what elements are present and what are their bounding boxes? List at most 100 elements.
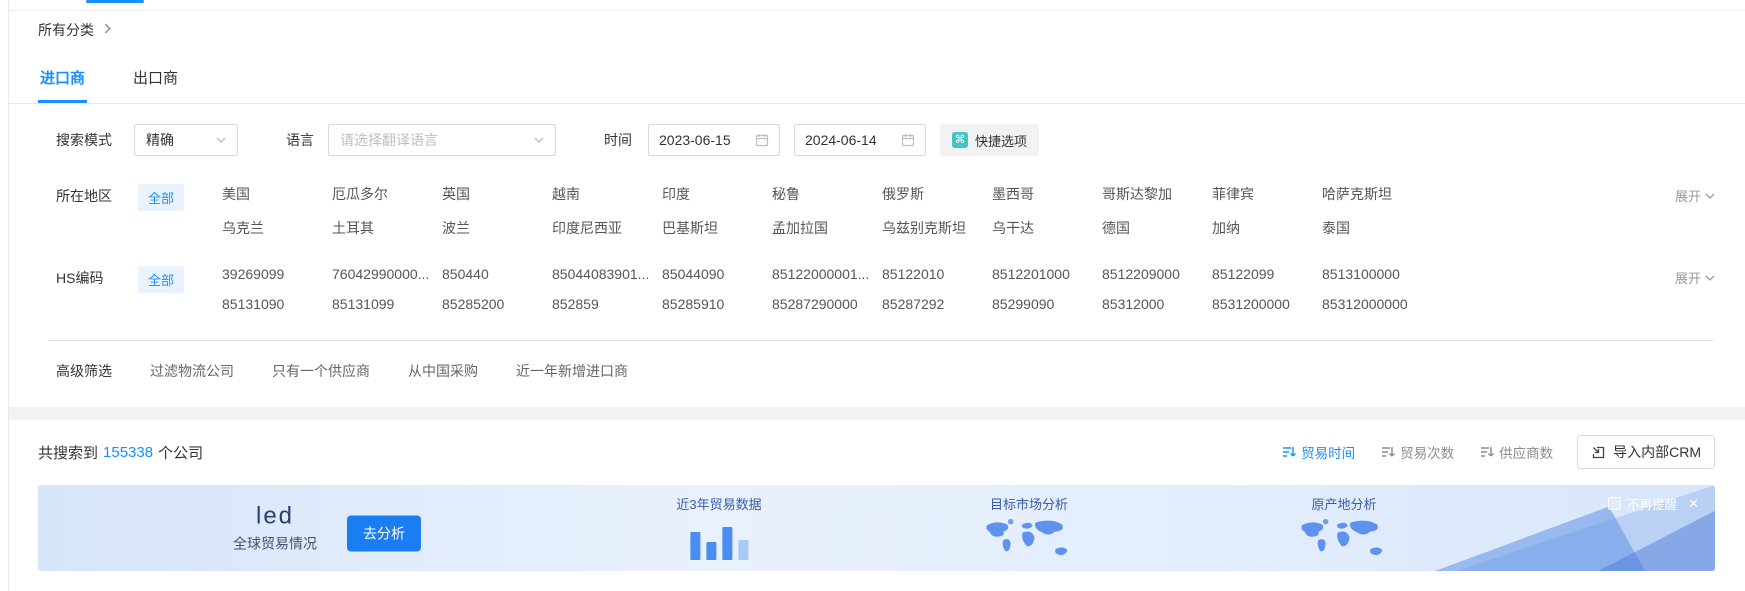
hs-code-all-tag[interactable]: 全部 xyxy=(138,266,184,293)
banner-card-trade-data[interactable]: 近3年贸易数据 xyxy=(676,494,761,560)
chevron-down-icon xyxy=(216,135,226,145)
hs-code-item[interactable]: 850440 xyxy=(442,266,552,282)
region-label: 所在地区 xyxy=(56,184,138,206)
hs-code-item[interactable]: 39269099 xyxy=(222,266,332,282)
banner-subtitle: 全球贸易情况 xyxy=(233,534,317,554)
banner-card-trade-title: 近3年贸易数据 xyxy=(676,494,761,513)
top-strip xyxy=(9,0,1745,10)
hs-code-item[interactable]: 85122000001... xyxy=(772,266,882,282)
tab-exporters[interactable]: 出口商 xyxy=(131,52,180,103)
hs-code-item[interactable]: 85285200 xyxy=(442,296,552,312)
advanced-filter-row: 高级筛选 过滤物流公司 只有一个供应商 从中国采购 近一年新增进口商 xyxy=(56,361,1745,381)
region-item[interactable]: 哥斯达黎加 xyxy=(1102,184,1212,204)
sort-descending-icon xyxy=(1282,445,1296,459)
region-item[interactable]: 菲律宾 xyxy=(1212,184,1322,204)
dismiss-control: 不再提醒 ✕ xyxy=(1608,494,1699,513)
region-item[interactable]: 哈萨克斯坦 xyxy=(1322,184,1432,204)
hs-code-expand-label: 展开 xyxy=(1675,268,1701,287)
filter-logistics-option[interactable]: 过滤物流公司 xyxy=(150,361,234,381)
hs-code-list: 39269099 76042990000... 850440 850440839… xyxy=(222,266,1675,312)
bar xyxy=(706,542,716,560)
results-header: 共搜索到 155338 个公司 贸易时间 贸易次数 供应商数 导入内部CRM xyxy=(9,420,1745,481)
region-item[interactable]: 泰国 xyxy=(1322,218,1432,238)
banner-card-origin[interactable]: 原产地分析 xyxy=(1296,494,1392,562)
hs-code-item[interactable]: 8531200000 xyxy=(1212,296,1322,312)
hs-code-item[interactable]: 76042990000... xyxy=(332,266,442,282)
tab-bar: 进口商 出口商 xyxy=(9,52,1745,104)
date-end-value[interactable] xyxy=(805,132,891,148)
banner-card-target-market[interactable]: 目标市场分析 xyxy=(981,494,1077,562)
search-mode-select[interactable]: 精确 xyxy=(134,124,238,156)
region-item[interactable]: 乌干达 xyxy=(992,218,1102,238)
hs-code-item[interactable]: 8512201000 xyxy=(992,266,1102,282)
dont-remind-checkbox[interactable] xyxy=(1608,497,1621,510)
date-start-input[interactable] xyxy=(648,124,780,156)
region-item[interactable]: 英国 xyxy=(442,184,552,204)
date-end-input[interactable] xyxy=(794,124,926,156)
region-all-tag[interactable]: 全部 xyxy=(138,184,184,211)
region-filter-row: 所在地区 全部 美国 厄瓜多尔 英国 越南 印度 秘鲁 俄罗斯 墨西哥 哥斯达黎… xyxy=(9,184,1745,238)
hs-code-item[interactable]: 85131099 xyxy=(332,296,442,312)
hs-code-item[interactable]: 85044083901... xyxy=(552,266,662,282)
hs-code-item[interactable]: 852859 xyxy=(552,296,662,312)
region-item[interactable]: 印度 xyxy=(662,184,772,204)
single-supplier-option[interactable]: 只有一个供应商 xyxy=(272,361,370,381)
hs-code-item[interactable]: 85287290000 xyxy=(772,296,882,312)
region-item[interactable]: 德国 xyxy=(1102,218,1212,238)
region-item[interactable]: 加纳 xyxy=(1212,218,1322,238)
sort-trade-count[interactable]: 贸易次数 xyxy=(1381,442,1454,462)
breadcrumb[interactable]: 所有分类 xyxy=(9,10,1745,48)
region-item[interactable]: 墨西哥 xyxy=(992,184,1102,204)
region-item[interactable]: 美国 xyxy=(222,184,332,204)
region-item[interactable]: 乌克兰 xyxy=(222,218,332,238)
tab-importers[interactable]: 进口商 xyxy=(38,52,87,103)
hs-code-item[interactable]: 8513100000 xyxy=(1322,266,1432,282)
hs-code-expand-link[interactable]: 展开 xyxy=(1675,266,1715,287)
hs-code-item[interactable]: 85299090 xyxy=(992,296,1102,312)
chevron-down-icon xyxy=(534,135,544,145)
command-icon: ⌘ xyxy=(952,132,968,148)
world-map-icon xyxy=(981,518,1077,562)
region-item[interactable]: 波兰 xyxy=(442,218,552,238)
region-item[interactable]: 孟加拉国 xyxy=(772,218,882,238)
world-map-icon xyxy=(1296,518,1392,562)
buy-from-china-option[interactable]: 从中国采购 xyxy=(408,361,478,381)
language-select[interactable]: 请选择翻译语言 xyxy=(328,124,556,156)
sort-supplier-count[interactable]: 供应商数 xyxy=(1480,442,1553,462)
close-icon[interactable]: ✕ xyxy=(1688,496,1699,512)
hs-code-item[interactable]: 85312000000 xyxy=(1322,296,1432,312)
region-item[interactable]: 土耳其 xyxy=(332,218,442,238)
bar-chart-icon xyxy=(690,522,748,560)
sort-trade-time[interactable]: 贸易时间 xyxy=(1282,442,1355,462)
quick-options-button[interactable]: ⌘ 快捷选项 xyxy=(940,124,1039,156)
hs-code-item[interactable]: 85285910 xyxy=(662,296,772,312)
hs-code-item[interactable]: 8512209000 xyxy=(1102,266,1212,282)
region-expand-link[interactable]: 展开 xyxy=(1675,184,1715,205)
chevron-right-icon xyxy=(102,23,113,37)
region-item[interactable]: 俄罗斯 xyxy=(882,184,992,204)
analyze-button[interactable]: 去分析 xyxy=(347,515,421,551)
bar xyxy=(738,540,748,560)
hs-code-item[interactable]: 85312000 xyxy=(1102,296,1212,312)
breadcrumb-label[interactable]: 所有分类 xyxy=(38,20,94,40)
results-count-suffix: 个公司 xyxy=(158,442,203,463)
region-item[interactable]: 越南 xyxy=(552,184,662,204)
bar xyxy=(722,527,732,560)
region-item[interactable]: 巴基斯坦 xyxy=(662,218,772,238)
region-item[interactable]: 秘鲁 xyxy=(772,184,882,204)
new-importers-option[interactable]: 近一年新增进口商 xyxy=(516,361,628,381)
analysis-banner: led 全球贸易情况 去分析 近3年贸易数据 目标市场分析 xyxy=(38,485,1715,571)
region-item[interactable]: 印度尼西亚 xyxy=(552,218,662,238)
hs-code-item[interactable]: 85287292 xyxy=(882,296,992,312)
hs-code-item[interactable]: 85122010 xyxy=(882,266,992,282)
region-expand-label: 展开 xyxy=(1675,186,1701,205)
import-crm-button[interactable]: 导入内部CRM xyxy=(1577,435,1715,469)
hs-code-item[interactable]: 85131090 xyxy=(222,296,332,312)
region-item[interactable]: 厄瓜多尔 xyxy=(332,184,442,204)
hs-code-item[interactable]: 85122099 xyxy=(1212,266,1322,282)
date-start-value[interactable] xyxy=(659,132,745,148)
search-mode-label: 搜索模式 xyxy=(56,130,112,150)
region-item[interactable]: 乌兹别克斯坦 xyxy=(882,218,992,238)
language-label: 语言 xyxy=(286,130,314,150)
hs-code-item[interactable]: 85044090 xyxy=(662,266,772,282)
